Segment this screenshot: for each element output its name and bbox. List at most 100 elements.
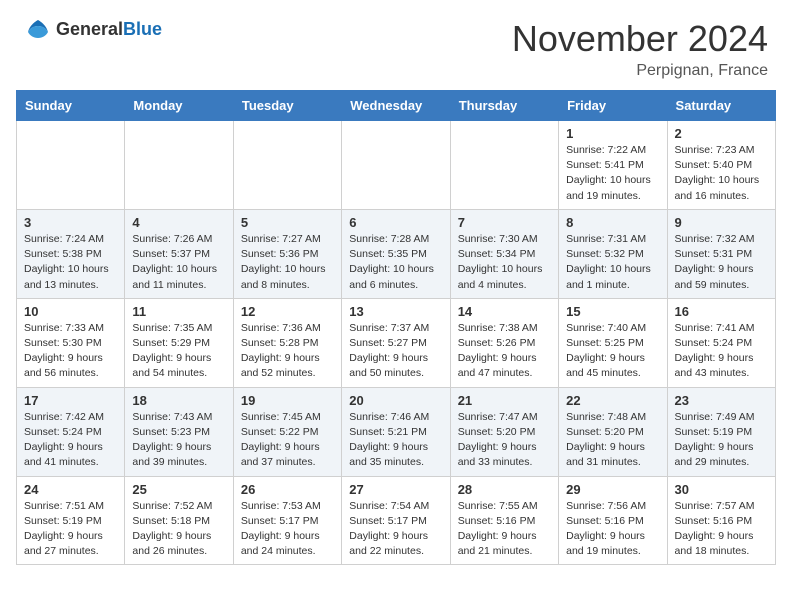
calendar-cell: 12 Sunrise: 7:36 AM Sunset: 5:28 PM Dayli… bbox=[233, 298, 341, 387]
day-info: Sunrise: 7:45 AM Sunset: 5:22 PM Dayligh… bbox=[241, 410, 334, 471]
calendar-cell: 26Sunrise: 7:53 AM Sunset: 5:17 PM Dayli… bbox=[233, 476, 341, 565]
day-number: 6 bbox=[349, 215, 442, 230]
calendar-cell: 18 Sunrise: 7:43 AM Sunset: 5:23 PM Dayli… bbox=[125, 387, 233, 476]
day-info: Sunrise: 7:36 AM Sunset: 5:28 PM Dayligh… bbox=[241, 321, 334, 382]
day-info: Sunrise: 7:54 AM Sunset: 5:17 PM Dayligh… bbox=[349, 499, 442, 560]
calendar-cell: 11 Sunrise: 7:35 AM Sunset: 5:29 PM Dayli… bbox=[125, 298, 233, 387]
day-info: Sunrise: 7:38 AM Sunset: 5:26 PM Dayligh… bbox=[458, 321, 551, 382]
logo: GeneralBlue bbox=[24, 18, 162, 40]
calendar-cell bbox=[342, 121, 450, 210]
calendar-cell: 20 Sunrise: 7:46 AM Sunset: 5:21 PM Dayli… bbox=[342, 387, 450, 476]
day-info: Sunrise: 7:48 AM Sunset: 5:20 PM Dayligh… bbox=[566, 410, 659, 471]
day-info: Sunrise: 7:56 AM Sunset: 5:16 PM Dayligh… bbox=[566, 499, 659, 560]
calendar-cell: 3 Sunrise: 7:24 AM Sunset: 5:38 PM Daylig… bbox=[17, 209, 125, 298]
day-number: 11 bbox=[132, 304, 225, 319]
day-number: 19 bbox=[241, 393, 334, 408]
header-tuesday: Tuesday bbox=[233, 91, 341, 121]
day-number: 13 bbox=[349, 304, 442, 319]
calendar-cell: 23 Sunrise: 7:49 AM Sunset: 5:19 PM Dayli… bbox=[667, 387, 775, 476]
day-number: 4 bbox=[132, 215, 225, 230]
calendar-cell bbox=[125, 121, 233, 210]
calendar-cell: 1 Sunrise: 7:22 AM Sunset: 5:41 PM Daylig… bbox=[559, 121, 667, 210]
day-number: 20 bbox=[349, 393, 442, 408]
calendar-cell bbox=[233, 121, 341, 210]
day-number: 29 bbox=[566, 482, 659, 497]
day-number: 7 bbox=[458, 215, 551, 230]
day-info: Sunrise: 7:43 AM Sunset: 5:23 PM Dayligh… bbox=[132, 410, 225, 471]
day-number: 5 bbox=[241, 215, 334, 230]
day-number: 27 bbox=[349, 482, 442, 497]
header-sunday: Sunday bbox=[17, 91, 125, 121]
day-info: Sunrise: 7:30 AM Sunset: 5:34 PM Dayligh… bbox=[458, 232, 551, 293]
day-number: 14 bbox=[458, 304, 551, 319]
calendar-cell: 27 Sunrise: 7:54 AM Sunset: 5:17 PM Dayli… bbox=[342, 476, 450, 565]
day-number: 12 bbox=[241, 304, 334, 319]
day-info: Sunrise: 7:31 AM Sunset: 5:32 PM Dayligh… bbox=[566, 232, 659, 293]
header-monday: Monday bbox=[125, 91, 233, 121]
day-info: Sunrise: 7:55 AM Sunset: 5:16 PM Dayligh… bbox=[458, 499, 551, 560]
day-number: 9 bbox=[675, 215, 768, 230]
calendar-cell: 16Sunrise: 7:41 AM Sunset: 5:24 PM Dayli… bbox=[667, 298, 775, 387]
page-header: GeneralBlue November 2024 Perpignan, Fra… bbox=[0, 0, 792, 90]
calendar-cell: 8 Sunrise: 7:31 AM Sunset: 5:32 PM Daylig… bbox=[559, 209, 667, 298]
calendar-cell: 28 Sunrise: 7:55 AM Sunset: 5:16 PM Dayli… bbox=[450, 476, 558, 565]
calendar-header: Sunday Monday Tuesday Wednesday Thursday… bbox=[17, 91, 776, 121]
day-info: Sunrise: 7:35 AM Sunset: 5:29 PM Dayligh… bbox=[132, 321, 225, 382]
day-info: Sunrise: 7:52 AM Sunset: 5:18 PM Dayligh… bbox=[132, 499, 225, 560]
calendar-cell: 29 Sunrise: 7:56 AM Sunset: 5:16 PM Dayli… bbox=[559, 476, 667, 565]
day-info: Sunrise: 7:28 AM Sunset: 5:35 PM Dayligh… bbox=[349, 232, 442, 293]
day-info: Sunrise: 7:42 AM Sunset: 5:24 PM Dayligh… bbox=[24, 410, 117, 471]
logo-general: General bbox=[56, 19, 123, 39]
calendar-cell: 17 Sunrise: 7:42 AM Sunset: 5:24 PM Dayli… bbox=[17, 387, 125, 476]
day-info: Sunrise: 7:32 AM Sunset: 5:31 PM Dayligh… bbox=[675, 232, 768, 293]
day-info: Sunrise: 7:23 AM Sunset: 5:40 PM Dayligh… bbox=[675, 143, 768, 204]
day-info: Sunrise: 7:33 AM Sunset: 5:30 PM Dayligh… bbox=[24, 321, 117, 382]
day-number: 26 bbox=[241, 482, 334, 497]
calendar-cell: 15Sunrise: 7:40 AM Sunset: 5:25 PM Dayli… bbox=[559, 298, 667, 387]
day-number: 17 bbox=[24, 393, 117, 408]
day-info: Sunrise: 7:49 AM Sunset: 5:19 PM Dayligh… bbox=[675, 410, 768, 471]
day-info: Sunrise: 7:51 AM Sunset: 5:19 PM Dayligh… bbox=[24, 499, 117, 560]
day-number: 1 bbox=[566, 126, 659, 141]
day-info: Sunrise: 7:24 AM Sunset: 5:38 PM Dayligh… bbox=[24, 232, 117, 293]
day-number: 28 bbox=[458, 482, 551, 497]
title-area: November 2024 Perpignan, France bbox=[512, 18, 768, 80]
day-info: Sunrise: 7:22 AM Sunset: 5:41 PM Dayligh… bbox=[566, 143, 659, 204]
day-number: 25 bbox=[132, 482, 225, 497]
calendar-cell: 4 Sunrise: 7:26 AM Sunset: 5:37 PM Daylig… bbox=[125, 209, 233, 298]
calendar-cell: 10 Sunrise: 7:33 AM Sunset: 5:30 PM Dayli… bbox=[17, 298, 125, 387]
header-friday: Friday bbox=[559, 91, 667, 121]
day-number: 23 bbox=[675, 393, 768, 408]
day-number: 8 bbox=[566, 215, 659, 230]
day-info: Sunrise: 7:46 AM Sunset: 5:21 PM Dayligh… bbox=[349, 410, 442, 471]
month-year-title: November 2024 bbox=[512, 18, 768, 60]
day-number: 18 bbox=[132, 393, 225, 408]
calendar-cell: 6 Sunrise: 7:28 AM Sunset: 5:35 PM Daylig… bbox=[342, 209, 450, 298]
calendar-cell: 21Sunrise: 7:47 AM Sunset: 5:20 PM Dayli… bbox=[450, 387, 558, 476]
calendar-wrapper: Sunday Monday Tuesday Wednesday Thursday… bbox=[0, 90, 792, 581]
calendar-cell: 2 Sunrise: 7:23 AM Sunset: 5:40 PM Daylig… bbox=[667, 121, 775, 210]
calendar-table: Sunday Monday Tuesday Wednesday Thursday… bbox=[16, 90, 776, 565]
day-info: Sunrise: 7:57 AM Sunset: 5:16 PM Dayligh… bbox=[675, 499, 768, 560]
day-info: Sunrise: 7:26 AM Sunset: 5:37 PM Dayligh… bbox=[132, 232, 225, 293]
calendar-cell: 14 Sunrise: 7:38 AM Sunset: 5:26 PM Dayli… bbox=[450, 298, 558, 387]
header-saturday: Saturday bbox=[667, 91, 775, 121]
day-info: Sunrise: 7:27 AM Sunset: 5:36 PM Dayligh… bbox=[241, 232, 334, 293]
day-number: 22 bbox=[566, 393, 659, 408]
calendar-cell: 25 Sunrise: 7:52 AM Sunset: 5:18 PM Dayli… bbox=[125, 476, 233, 565]
calendar-cell: 9 Sunrise: 7:32 AM Sunset: 5:31 PM Daylig… bbox=[667, 209, 775, 298]
logo-icon bbox=[24, 18, 52, 40]
day-number: 15 bbox=[566, 304, 659, 319]
logo-blue: Blue bbox=[123, 19, 162, 39]
calendar-cell: 24Sunrise: 7:51 AM Sunset: 5:19 PM Dayli… bbox=[17, 476, 125, 565]
location-subtitle: Perpignan, France bbox=[512, 62, 768, 80]
day-number: 30 bbox=[675, 482, 768, 497]
day-info: Sunrise: 7:47 AM Sunset: 5:20 PM Dayligh… bbox=[458, 410, 551, 471]
calendar-cell: 7 Sunrise: 7:30 AM Sunset: 5:34 PM Daylig… bbox=[450, 209, 558, 298]
calendar-cell bbox=[17, 121, 125, 210]
day-number: 2 bbox=[675, 126, 768, 141]
day-number: 3 bbox=[24, 215, 117, 230]
calendar-cell: 5 Sunrise: 7:27 AM Sunset: 5:36 PM Daylig… bbox=[233, 209, 341, 298]
calendar-cell: 19 Sunrise: 7:45 AM Sunset: 5:22 PM Dayli… bbox=[233, 387, 341, 476]
day-number: 10 bbox=[24, 304, 117, 319]
